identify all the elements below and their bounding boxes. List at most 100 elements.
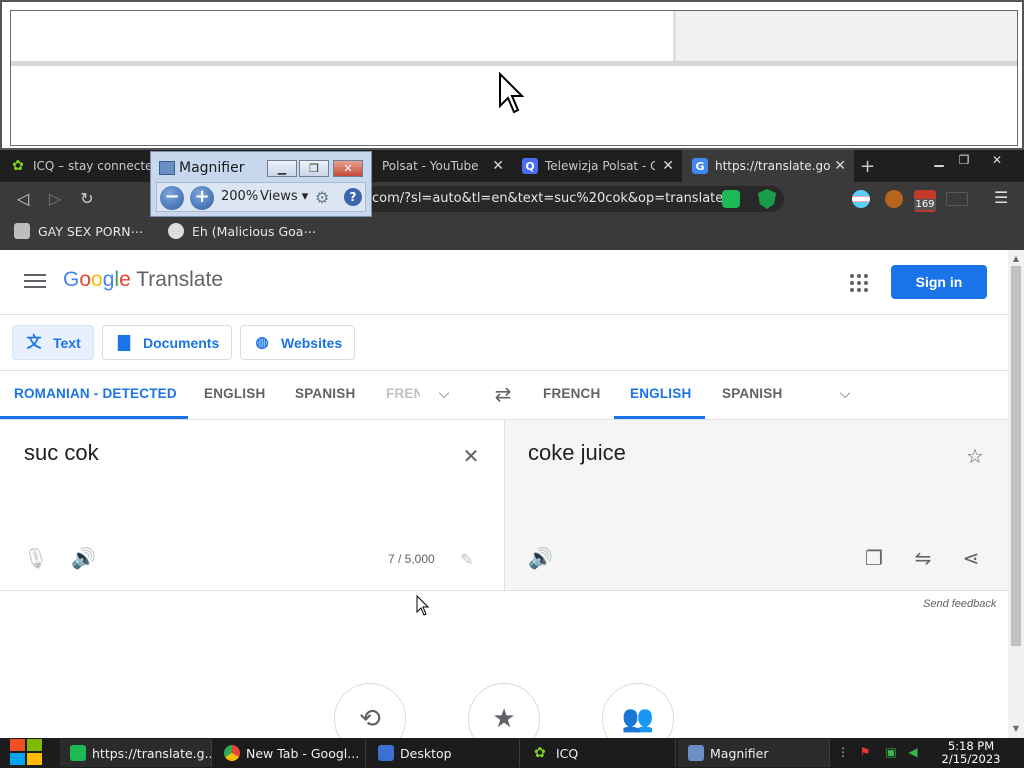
avatar-extension-icon[interactable] xyxy=(885,190,903,208)
mode-websites-button[interactable]: ◍ Websites xyxy=(240,325,355,360)
taskbar-label: New Tab - Googl... xyxy=(246,745,360,761)
bookmark-item[interactable]: Eh (Malicious Goa⋯ xyxy=(168,223,316,239)
bookmark-item[interactable]: GAY SEX PORN⋯ xyxy=(14,223,143,239)
scrollbar-thumb[interactable] xyxy=(1011,266,1021,646)
magnifier-app-icon xyxy=(159,161,175,175)
target-lang-french[interactable]: FRENCH xyxy=(543,386,600,401)
extension-badge: 169 xyxy=(914,199,936,210)
source-more-langs-chevron-icon[interactable]: ⌵ xyxy=(432,382,456,406)
new-tab-button[interactable]: + xyxy=(854,150,884,182)
bookmark-label: GAY SEX PORN⋯ xyxy=(38,223,144,239)
magnifier-title: Magnifier xyxy=(179,160,245,176)
listen-source-speaker-icon[interactable]: 🔊 xyxy=(71,546,96,570)
source-lang-english[interactable]: ENGLISH xyxy=(204,386,265,401)
extension-green-icon[interactable] xyxy=(722,190,740,208)
tab-polsat-youtube[interactable]: Polsat - YouTube ✕ xyxy=(372,150,512,182)
gear-icon[interactable]: ⚙ xyxy=(315,188,329,207)
tab-google-translate[interactable]: G https://translate.google.com ✕ xyxy=(682,150,854,182)
app-icon xyxy=(70,745,86,761)
taskbar-item-desktop[interactable]: Desktop xyxy=(368,739,520,767)
tab-label: https://translate.google.com xyxy=(715,159,830,173)
flag-extension-icon[interactable] xyxy=(852,190,870,208)
logo-product: Translate xyxy=(136,268,223,291)
target-more-langs-chevron-icon[interactable]: ⌵ xyxy=(833,382,857,406)
google-translate-icon: G xyxy=(692,158,708,174)
taskbar-item-icq[interactable]: ✿ ICQ xyxy=(524,739,676,767)
close-icon[interactable]: ✕ xyxy=(492,158,504,174)
scroll-up-icon[interactable]: ▲ xyxy=(1008,252,1024,266)
clear-source-close-icon[interactable]: ✕ xyxy=(459,444,483,468)
reload-icon[interactable]: ↻ xyxy=(76,188,98,210)
pane-bottom-rule xyxy=(0,590,1008,591)
bookmarks-bar xyxy=(0,216,1024,250)
source-lang-detected[interactable]: ROMANIAN - DETECTED xyxy=(14,386,177,401)
taskbar-item-translate[interactable]: https://translate.g... xyxy=(60,739,212,767)
rate-translation-icon[interactable]: ⇋ xyxy=(911,546,935,570)
taskbar-clock[interactable]: 5:18 PM 2/15/2023 xyxy=(936,740,1006,766)
zoom-in-button[interactable]: + xyxy=(190,186,214,210)
magnifier-close-button[interactable]: ✕ xyxy=(333,160,363,177)
mode-label: Text xyxy=(53,334,81,351)
source-lang-spanish[interactable]: SPANISH xyxy=(295,386,355,401)
save-star-icon[interactable]: ☆ xyxy=(963,444,987,468)
send-feedback-link[interactable]: Send feedback xyxy=(923,598,996,610)
tab-label: Polsat - YouTube xyxy=(382,159,479,173)
extension-faded-icon[interactable] xyxy=(946,192,968,206)
restore-window-button[interactable]: ❐ xyxy=(953,152,975,168)
magnifier-window[interactable]: Magnifier ▁ ❐ ✕ − + 200% Views ▾ ⚙ ? xyxy=(150,151,372,217)
share-icon[interactable]: ⋖ xyxy=(959,546,983,570)
listen-target-speaker-icon[interactable]: 🔊 xyxy=(528,546,553,570)
menu-icon[interactable]: ☰ xyxy=(994,189,1008,207)
taskbar-label: Desktop xyxy=(400,745,452,761)
tab-telewizja-polsat[interactable]: Q Telewizja Polsat - Google ✕ xyxy=(512,150,682,182)
close-icon[interactable]: ✕ xyxy=(834,158,846,174)
hamburger-menu-icon[interactable] xyxy=(24,270,46,292)
swap-languages-icon[interactable]: ⇄ xyxy=(491,382,515,406)
mode-documents-button[interactable]: ▇ Documents xyxy=(102,325,232,360)
help-button[interactable]: ? xyxy=(344,188,362,206)
google-apps-icon[interactable] xyxy=(850,274,868,292)
tab-icq[interactable]: ✿ ICQ – stay connected xyxy=(0,150,150,182)
zoom-level: 200% xyxy=(221,189,259,204)
source-lang-underline xyxy=(0,416,188,419)
logo-letter: g xyxy=(102,268,115,291)
page-scrollbar[interactable]: ▲ ▼ xyxy=(1008,250,1024,738)
bookmark-label: Eh (Malicious Goa⋯ xyxy=(192,223,316,239)
target-lang-underline xyxy=(614,416,705,419)
source-text-input[interactable]: suc cok xyxy=(24,440,99,466)
globe-icon: ◍ xyxy=(255,333,269,351)
target-lang-spanish[interactable]: SPANISH xyxy=(722,386,782,401)
views-dropdown[interactable]: Views ▾ xyxy=(260,189,308,204)
document-icon: ▇ xyxy=(118,333,130,351)
google-translate-logo[interactable]: Google Translate xyxy=(63,268,223,292)
taskbar-item-magnifier[interactable]: Magnifier xyxy=(678,739,830,767)
source-lang-french[interactable]: FREN xyxy=(386,386,420,401)
network-icon[interactable]: ▣ xyxy=(884,745,898,759)
close-window-button[interactable]: ✕ xyxy=(986,152,1008,168)
mode-text-button[interactable]: 文 Text xyxy=(12,325,94,360)
copy-icon[interactable]: ❐ xyxy=(862,546,886,570)
forward-icon[interactable]: ▷ xyxy=(44,188,66,210)
ublock-extension-icon[interactable]: 169 xyxy=(914,190,936,212)
volume-icon[interactable]: ◀ xyxy=(906,745,920,759)
plus-icon: + xyxy=(194,186,210,207)
taskbar-label: Magnifier xyxy=(710,745,769,761)
taskbar-item-chrome[interactable]: New Tab - Googl... xyxy=(214,739,366,767)
back-icon[interactable]: ◁ xyxy=(12,188,34,210)
tray-overflow-icon[interactable]: ⋮ xyxy=(836,745,850,759)
minimize-window-button[interactable]: ▁ xyxy=(928,152,950,168)
windows-start-icon[interactable] xyxy=(10,739,44,767)
close-icon[interactable]: ✕ xyxy=(662,158,674,174)
target-lang-english[interactable]: ENGLISH xyxy=(630,386,691,401)
zoom-out-button[interactable]: − xyxy=(160,186,184,210)
magnifier-minimize-button[interactable]: ▁ xyxy=(267,160,297,177)
edit-pencil-icon[interactable]: ✎ xyxy=(455,548,479,572)
scroll-down-icon[interactable]: ▼ xyxy=(1008,722,1024,736)
icq-flower-icon: ✿ xyxy=(10,158,26,174)
magnifier-restore-button[interactable]: ❐ xyxy=(299,160,329,177)
microphone-icon[interactable]: 🎙 xyxy=(23,546,48,570)
sign-in-button[interactable]: Sign in xyxy=(891,265,987,299)
action-center-flag-icon[interactable]: ⚑ xyxy=(858,745,872,759)
tab-label: Telewizja Polsat - Google xyxy=(545,159,655,173)
address-text: com/?sl=auto&tl=en&text=suc%20cok&op=tra… xyxy=(372,191,724,206)
